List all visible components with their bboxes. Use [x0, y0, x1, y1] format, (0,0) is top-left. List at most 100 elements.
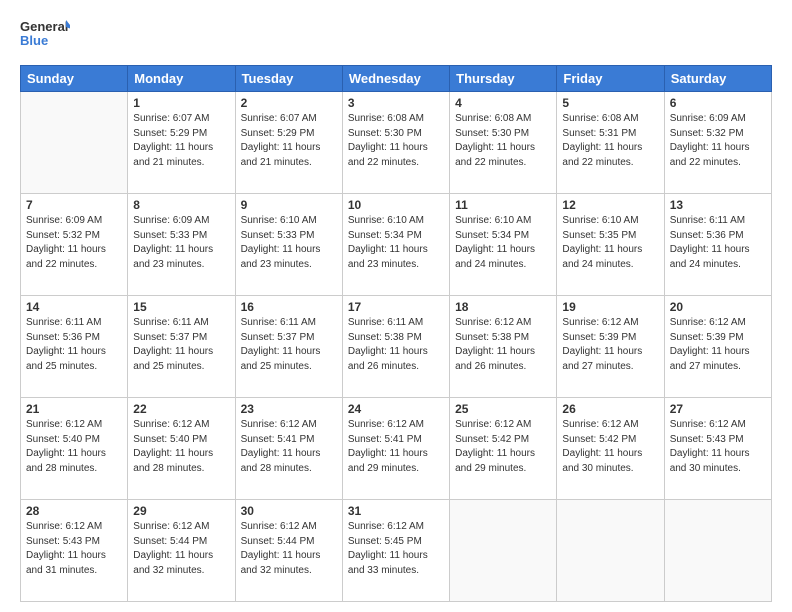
calendar-cell: 14 Sunrise: 6:11 AM Sunset: 5:36 PM Dayl… — [21, 296, 128, 398]
day-number: 21 — [26, 402, 122, 416]
day-info: Sunrise: 6:07 AM Sunset: 5:29 PM Dayligh… — [133, 112, 229, 170]
day-info: Sunrise: 6:12 AM Sunset: 5:44 PM Dayligh… — [133, 520, 229, 578]
calendar-cell — [450, 500, 557, 602]
calendar-table: SundayMondayTuesdayWednesdayThursdayFrid… — [20, 65, 772, 602]
calendar-cell: 26 Sunrise: 6:12 AM Sunset: 5:42 PM Dayl… — [557, 398, 664, 500]
day-number: 1 — [133, 96, 229, 110]
day-number: 2 — [241, 96, 337, 110]
day-info: Sunrise: 6:10 AM Sunset: 5:34 PM Dayligh… — [348, 214, 444, 272]
day-number: 27 — [670, 402, 766, 416]
day-info: Sunrise: 6:12 AM Sunset: 5:38 PM Dayligh… — [455, 316, 551, 374]
day-info: Sunrise: 6:12 AM Sunset: 5:42 PM Dayligh… — [562, 418, 658, 476]
calendar-cell: 30 Sunrise: 6:12 AM Sunset: 5:44 PM Dayl… — [235, 500, 342, 602]
day-info: Sunrise: 6:09 AM Sunset: 5:32 PM Dayligh… — [670, 112, 766, 170]
calendar-cell: 18 Sunrise: 6:12 AM Sunset: 5:38 PM Dayl… — [450, 296, 557, 398]
calendar-header-friday: Friday — [557, 66, 664, 92]
calendar-header-saturday: Saturday — [664, 66, 771, 92]
day-number: 5 — [562, 96, 658, 110]
day-info: Sunrise: 6:12 AM Sunset: 5:39 PM Dayligh… — [562, 316, 658, 374]
day-number: 15 — [133, 300, 229, 314]
calendar-header-thursday: Thursday — [450, 66, 557, 92]
svg-text:General: General — [20, 19, 68, 34]
calendar-cell: 7 Sunrise: 6:09 AM Sunset: 5:32 PM Dayli… — [21, 194, 128, 296]
day-info: Sunrise: 6:12 AM Sunset: 5:40 PM Dayligh… — [133, 418, 229, 476]
day-info: Sunrise: 6:12 AM Sunset: 5:44 PM Dayligh… — [241, 520, 337, 578]
calendar-cell: 20 Sunrise: 6:12 AM Sunset: 5:39 PM Dayl… — [664, 296, 771, 398]
day-info: Sunrise: 6:12 AM Sunset: 5:43 PM Dayligh… — [26, 520, 122, 578]
day-info: Sunrise: 6:12 AM Sunset: 5:41 PM Dayligh… — [241, 418, 337, 476]
calendar-cell: 27 Sunrise: 6:12 AM Sunset: 5:43 PM Dayl… — [664, 398, 771, 500]
day-info: Sunrise: 6:12 AM Sunset: 5:40 PM Dayligh… — [26, 418, 122, 476]
day-number: 31 — [348, 504, 444, 518]
day-info: Sunrise: 6:11 AM Sunset: 5:36 PM Dayligh… — [26, 316, 122, 374]
day-number: 24 — [348, 402, 444, 416]
day-number: 29 — [133, 504, 229, 518]
day-info: Sunrise: 6:12 AM Sunset: 5:45 PM Dayligh… — [348, 520, 444, 578]
day-info: Sunrise: 6:12 AM Sunset: 5:39 PM Dayligh… — [670, 316, 766, 374]
calendar-cell: 25 Sunrise: 6:12 AM Sunset: 5:42 PM Dayl… — [450, 398, 557, 500]
calendar-cell: 11 Sunrise: 6:10 AM Sunset: 5:34 PM Dayl… — [450, 194, 557, 296]
calendar-header-tuesday: Tuesday — [235, 66, 342, 92]
calendar-cell: 3 Sunrise: 6:08 AM Sunset: 5:30 PM Dayli… — [342, 92, 449, 194]
day-number: 7 — [26, 198, 122, 212]
calendar-cell: 13 Sunrise: 6:11 AM Sunset: 5:36 PM Dayl… — [664, 194, 771, 296]
day-info: Sunrise: 6:12 AM Sunset: 5:41 PM Dayligh… — [348, 418, 444, 476]
day-info: Sunrise: 6:08 AM Sunset: 5:30 PM Dayligh… — [455, 112, 551, 170]
day-number: 9 — [241, 198, 337, 212]
day-number: 26 — [562, 402, 658, 416]
calendar-cell — [557, 500, 664, 602]
day-number: 14 — [26, 300, 122, 314]
day-number: 6 — [670, 96, 766, 110]
calendar-cell: 6 Sunrise: 6:09 AM Sunset: 5:32 PM Dayli… — [664, 92, 771, 194]
svg-text:Blue: Blue — [20, 33, 48, 48]
calendar-cell: 24 Sunrise: 6:12 AM Sunset: 5:41 PM Dayl… — [342, 398, 449, 500]
day-number: 23 — [241, 402, 337, 416]
day-info: Sunrise: 6:11 AM Sunset: 5:38 PM Dayligh… — [348, 316, 444, 374]
header: General Blue — [20, 15, 772, 55]
calendar-cell — [21, 92, 128, 194]
logo: General Blue — [20, 15, 70, 55]
day-number: 3 — [348, 96, 444, 110]
day-info: Sunrise: 6:12 AM Sunset: 5:42 PM Dayligh… — [455, 418, 551, 476]
calendar-cell: 1 Sunrise: 6:07 AM Sunset: 5:29 PM Dayli… — [128, 92, 235, 194]
logo-svg: General Blue — [20, 15, 70, 55]
day-number: 13 — [670, 198, 766, 212]
page: General Blue SundayMondayTuesdayWednesda… — [0, 0, 792, 612]
day-info: Sunrise: 6:10 AM Sunset: 5:35 PM Dayligh… — [562, 214, 658, 272]
calendar-cell: 5 Sunrise: 6:08 AM Sunset: 5:31 PM Dayli… — [557, 92, 664, 194]
day-number: 4 — [455, 96, 551, 110]
day-info: Sunrise: 6:07 AM Sunset: 5:29 PM Dayligh… — [241, 112, 337, 170]
day-number: 28 — [26, 504, 122, 518]
calendar-header-wednesday: Wednesday — [342, 66, 449, 92]
calendar-header-monday: Monday — [128, 66, 235, 92]
calendar-cell: 23 Sunrise: 6:12 AM Sunset: 5:41 PM Dayl… — [235, 398, 342, 500]
day-info: Sunrise: 6:09 AM Sunset: 5:32 PM Dayligh… — [26, 214, 122, 272]
calendar-cell: 12 Sunrise: 6:10 AM Sunset: 5:35 PM Dayl… — [557, 194, 664, 296]
day-number: 10 — [348, 198, 444, 212]
day-info: Sunrise: 6:08 AM Sunset: 5:31 PM Dayligh… — [562, 112, 658, 170]
calendar-cell: 19 Sunrise: 6:12 AM Sunset: 5:39 PM Dayl… — [557, 296, 664, 398]
calendar-cell: 21 Sunrise: 6:12 AM Sunset: 5:40 PM Dayl… — [21, 398, 128, 500]
calendar-cell: 10 Sunrise: 6:10 AM Sunset: 5:34 PM Dayl… — [342, 194, 449, 296]
day-info: Sunrise: 6:10 AM Sunset: 5:33 PM Dayligh… — [241, 214, 337, 272]
calendar-cell: 22 Sunrise: 6:12 AM Sunset: 5:40 PM Dayl… — [128, 398, 235, 500]
day-info: Sunrise: 6:11 AM Sunset: 5:37 PM Dayligh… — [241, 316, 337, 374]
day-info: Sunrise: 6:09 AM Sunset: 5:33 PM Dayligh… — [133, 214, 229, 272]
day-number: 18 — [455, 300, 551, 314]
day-number: 11 — [455, 198, 551, 212]
day-number: 16 — [241, 300, 337, 314]
day-number: 22 — [133, 402, 229, 416]
calendar-cell: 4 Sunrise: 6:08 AM Sunset: 5:30 PM Dayli… — [450, 92, 557, 194]
calendar-cell: 31 Sunrise: 6:12 AM Sunset: 5:45 PM Dayl… — [342, 500, 449, 602]
day-info: Sunrise: 6:08 AM Sunset: 5:30 PM Dayligh… — [348, 112, 444, 170]
calendar-cell: 28 Sunrise: 6:12 AM Sunset: 5:43 PM Dayl… — [21, 500, 128, 602]
calendar-cell: 17 Sunrise: 6:11 AM Sunset: 5:38 PM Dayl… — [342, 296, 449, 398]
day-number: 20 — [670, 300, 766, 314]
calendar-cell: 15 Sunrise: 6:11 AM Sunset: 5:37 PM Dayl… — [128, 296, 235, 398]
day-number: 12 — [562, 198, 658, 212]
calendar-cell: 16 Sunrise: 6:11 AM Sunset: 5:37 PM Dayl… — [235, 296, 342, 398]
calendar-cell: 9 Sunrise: 6:10 AM Sunset: 5:33 PM Dayli… — [235, 194, 342, 296]
day-number: 17 — [348, 300, 444, 314]
day-info: Sunrise: 6:10 AM Sunset: 5:34 PM Dayligh… — [455, 214, 551, 272]
day-number: 25 — [455, 402, 551, 416]
